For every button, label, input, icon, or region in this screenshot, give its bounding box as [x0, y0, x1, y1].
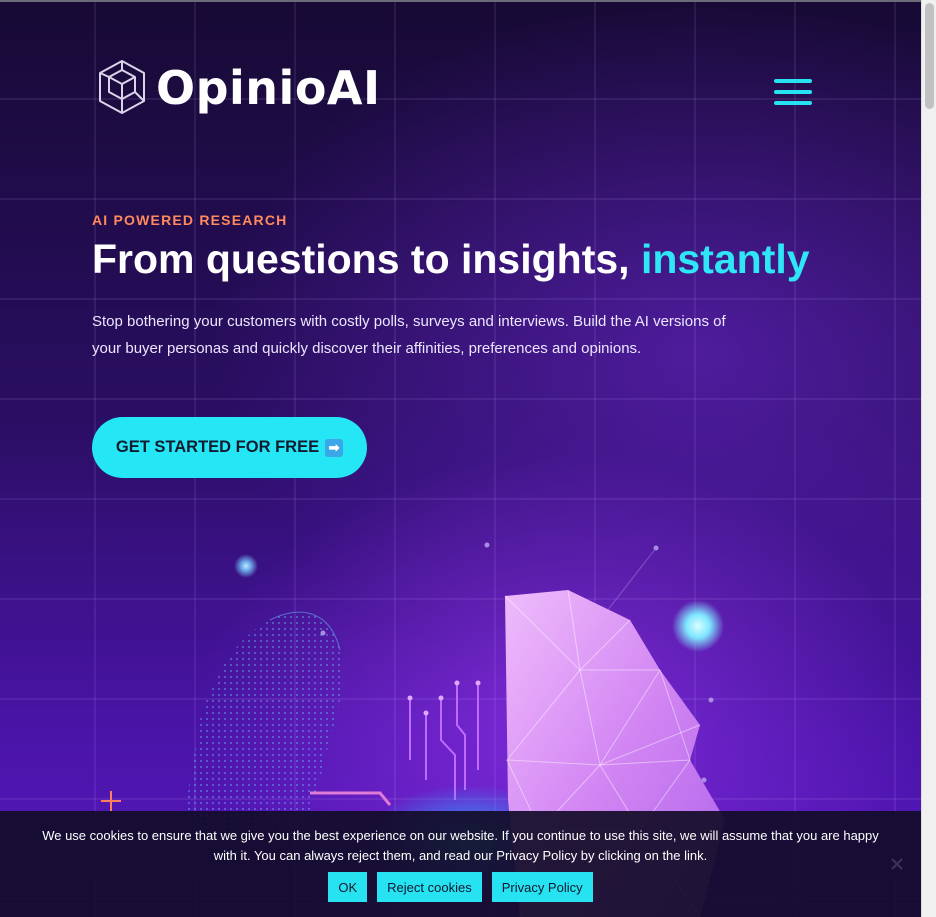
pink-bar — [310, 791, 392, 806]
circuit-lines — [409, 685, 479, 800]
glowing-orb — [672, 600, 724, 652]
hamburger-menu-button[interactable] — [774, 79, 812, 107]
cookie-message: We use cookies to ensure that we give yo… — [42, 828, 879, 863]
cookie-notice: We use cookies to ensure that we give yo… — [0, 811, 921, 917]
particle — [708, 697, 714, 703]
scrollbar-thumb[interactable] — [925, 3, 934, 109]
page: OpinioAI AI POWERED RESEARCH From questi… — [0, 0, 921, 917]
brand-name: OpinioAI — [156, 61, 381, 115]
headline-main: From questions to insights, — [92, 236, 641, 282]
particle — [484, 542, 490, 548]
privacy-policy-button[interactable]: Privacy Policy — [491, 872, 593, 902]
brand-logo[interactable]: OpinioAI — [96, 58, 381, 118]
cookie-ok-button[interactable]: OK — [328, 872, 368, 902]
headline-accent: instantly — [640, 236, 810, 282]
close-icon[interactable] — [888, 855, 906, 873]
hamburger-menu-icon-line — [774, 101, 812, 105]
dotted-head — [180, 612, 343, 840]
reject-cookies-button[interactable]: Reject cookies — [377, 872, 482, 902]
scrollbar[interactable] — [921, 0, 936, 917]
get-started-button[interactable]: GET STARTED FOR FREE ➡ — [92, 417, 367, 478]
right-arrow-emoji-icon: ➡ — [325, 438, 344, 457]
top-border — [0, 0, 921, 2]
hamburger-menu-icon-line — [774, 90, 812, 94]
hero-headline: From questions to insights, instantly — [92, 236, 810, 283]
cookie-actions: OK Reject cookies Privacy Policy — [0, 872, 921, 902]
hamburger-menu-icon-line — [774, 79, 812, 83]
hero-eyebrow: AI POWERED RESEARCH — [92, 212, 288, 228]
small-orb — [234, 554, 258, 578]
hero-description: Stop bothering your customers with costl… — [92, 313, 726, 357]
hexagon-cube-icon — [99, 60, 145, 114]
cta-label: GET STARTED FOR FREE — [115, 438, 320, 456]
plus-marker — [101, 791, 121, 811]
